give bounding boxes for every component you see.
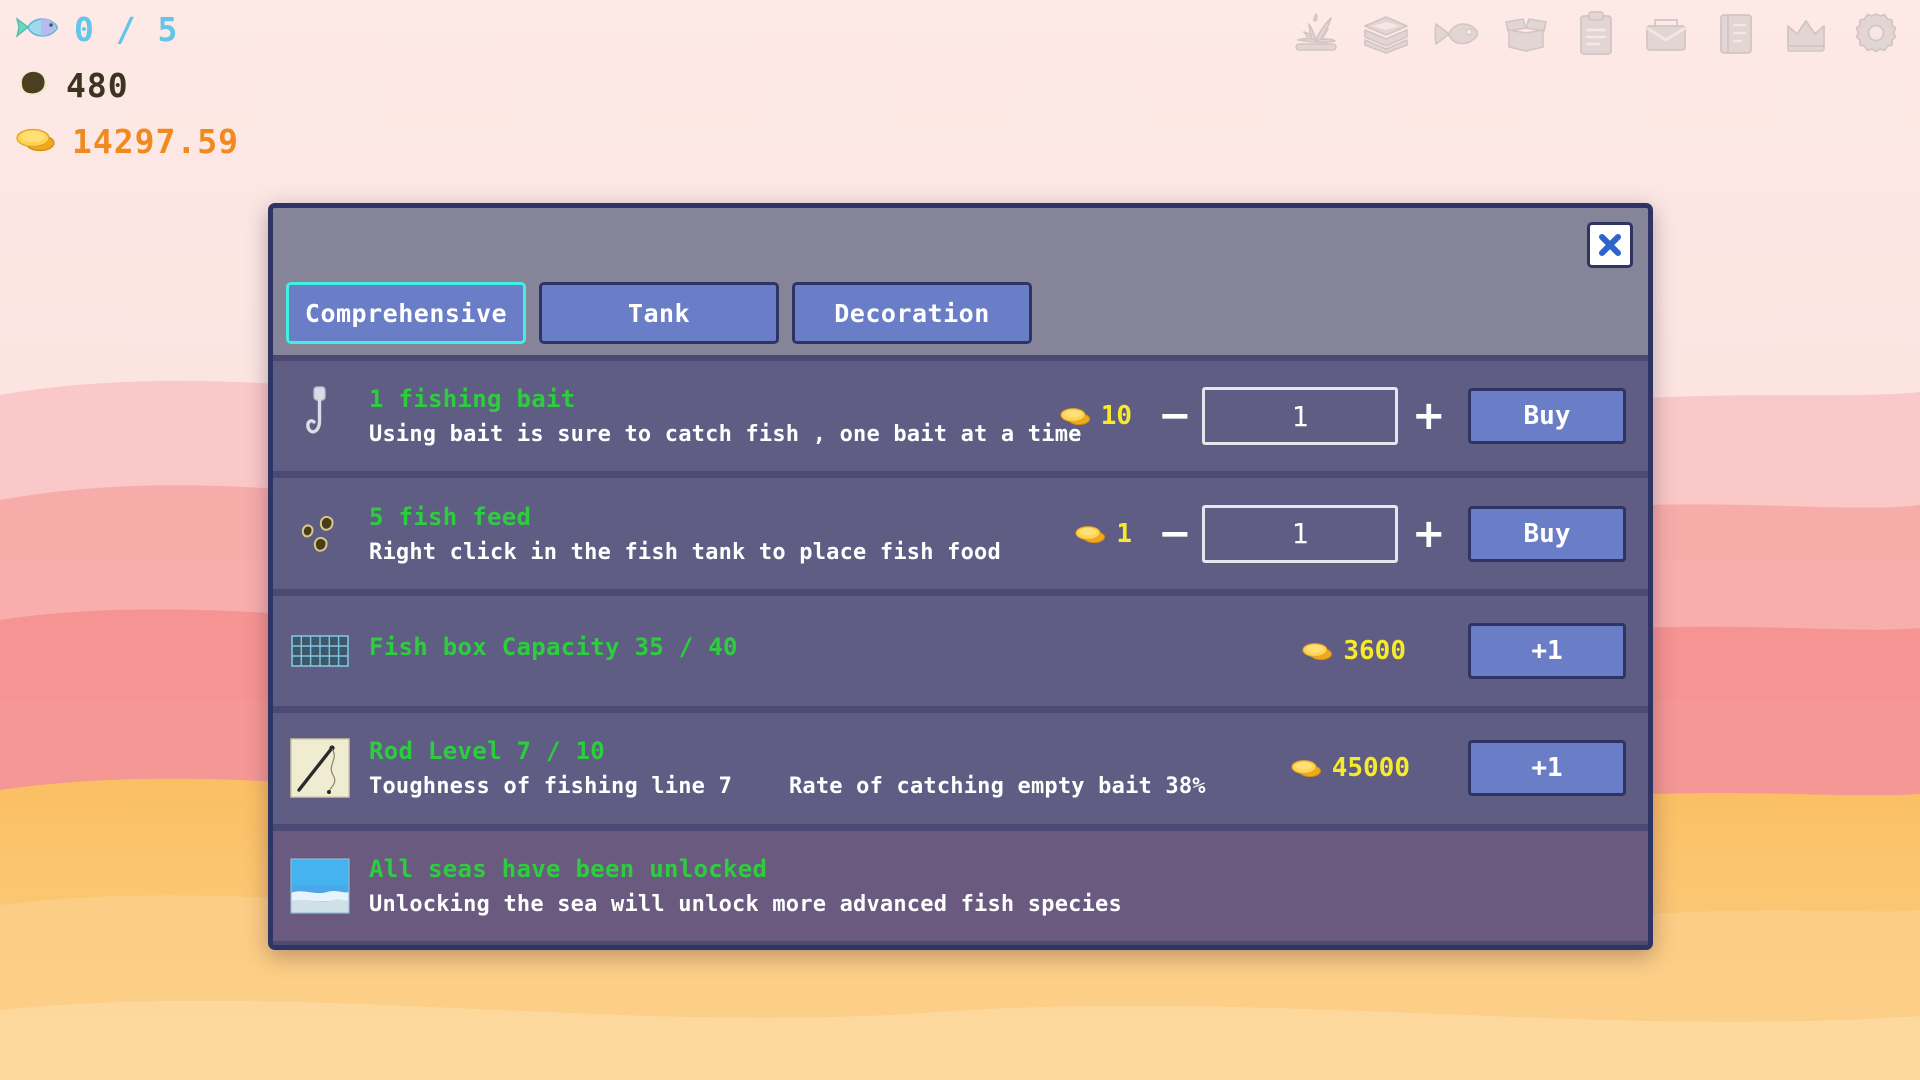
coin-icon — [1060, 408, 1090, 426]
item-subtitle-empty-bait-rate: Rate of catching empty bait 38% — [788, 774, 1206, 800]
item-price: 10 — [1060, 401, 1132, 431]
shop-row-text: 5 fish feed Right click in the fish tank… — [369, 503, 1075, 565]
shop-row-text: Fish box Capacity 35 / 40 — [369, 633, 1302, 670]
quantity-increment-button[interactable]: + — [1412, 514, 1446, 554]
item-title: 1 fishing bait — [369, 385, 576, 414]
close-button[interactable] — [1587, 222, 1633, 268]
shop-item-list: 1 fishing bait Using bait is sure to cat… — [273, 358, 1648, 945]
item-subtitle: Unlocking the sea will unlock more advan… — [369, 891, 1122, 917]
crown-icon[interactable] — [1782, 10, 1830, 58]
hud-stats: 0 / 5 480 14297.59 — [14, 8, 239, 162]
quantity-decrement-button[interactable]: − — [1158, 396, 1192, 436]
coin-icon — [1302, 643, 1333, 661]
fishing-rod-icon — [287, 735, 353, 801]
shop-header: Comprehensive Tank Decoration — [273, 208, 1648, 358]
shop-row-text: All seas have been unlocked Unlocking th… — [369, 855, 1468, 917]
item-subtitle-toughness: Toughness of fishing line 7 — [369, 774, 733, 800]
tab-decoration[interactable]: Decoration — [792, 282, 1032, 344]
shop-row-text: 1 fishing bait Using bait is sure to cat… — [369, 385, 1082, 448]
open-box-icon[interactable] — [1502, 10, 1550, 58]
item-subtitle: Toughness of fishing line 7 Rate of catc… — [369, 774, 1291, 799]
shop-row-rod-level: Rod Level 7 / 10 Toughness of fishing li… — [273, 710, 1648, 828]
quantity-input[interactable]: 1 — [1202, 387, 1398, 446]
item-title: Rod Level 7 / 10 — [369, 737, 605, 766]
upgrade-button[interactable]: +1 — [1468, 623, 1626, 680]
item-price: 1 — [1075, 519, 1132, 549]
coin-icon — [1291, 760, 1321, 778]
top-toolbar — [1292, 10, 1900, 58]
aquarium-tank-icon[interactable] — [1362, 10, 1410, 58]
fishing-splash-icon[interactable] — [1292, 10, 1340, 58]
coin-icon — [1075, 525, 1106, 543]
quantity-stepper: − 1 + — [1158, 504, 1446, 563]
tab-comprehensive-label: Comprehensive — [304, 298, 508, 328]
hud-pellet-counter: 480 — [14, 64, 239, 106]
quantity-input[interactable]: 1 — [1202, 504, 1398, 563]
item-title: 5 fish feed — [369, 502, 532, 531]
shop-row-text: Rod Level 7 / 10 Toughness of fishing li… — [369, 737, 1291, 799]
quantity-stepper: − 1 + — [1158, 387, 1446, 446]
item-price-value: 1 — [1116, 518, 1132, 549]
fishing-hook-icon — [287, 383, 353, 449]
item-price-value: 3600 — [1343, 636, 1406, 667]
hud-coin-counter: 14297.59 — [14, 120, 239, 162]
item-title: All seas have been unlocked — [369, 854, 768, 883]
pellet-count-value: 480 — [66, 65, 129, 105]
item-price: 3600 — [1302, 636, 1406, 666]
shop-row-fish-feed: 5 fish feed Right click in the fish tank… — [273, 475, 1648, 593]
pellet-icon — [14, 68, 52, 102]
item-price-value: 10 — [1100, 401, 1132, 432]
gear-icon[interactable] — [1852, 10, 1900, 58]
book-icon[interactable] — [1712, 10, 1760, 58]
fish-icon[interactable] — [1432, 10, 1480, 58]
coin-icon — [14, 124, 58, 158]
quantity-increment-button[interactable]: + — [1412, 396, 1446, 436]
shop-tab-bar: Comprehensive Tank Decoration — [286, 282, 1032, 344]
tab-tank[interactable]: Tank — [539, 282, 779, 344]
tab-tank-label: Tank — [627, 298, 691, 328]
close-icon — [1599, 234, 1621, 256]
upgrade-button[interactable]: +1 — [1468, 740, 1626, 797]
item-price: 45000 — [1291, 753, 1410, 783]
item-subtitle: Right click in the fish tank to place fi… — [369, 539, 1001, 565]
shop-row-sea-unlock: All seas have been unlocked Unlocking th… — [273, 827, 1648, 945]
buy-button[interactable]: Buy — [1468, 388, 1626, 445]
tab-comprehensive[interactable]: Comprehensive — [286, 282, 526, 344]
fish-icon — [14, 13, 60, 45]
mailbox-icon[interactable] — [1642, 10, 1690, 58]
shop-dialog: Comprehensive Tank Decoration 1 fishing … — [268, 203, 1653, 950]
clipboard-icon[interactable] — [1572, 10, 1620, 58]
hud-fish-counter: 0 / 5 — [14, 8, 239, 50]
fish-feed-pellets-icon — [287, 501, 353, 567]
item-price-value: 45000 — [1331, 753, 1410, 784]
tab-decoration-label: Decoration — [834, 298, 990, 328]
shop-row-fishing-bait: 1 fishing bait Using bait is sure to cat… — [273, 358, 1648, 476]
item-subtitle: Using bait is sure to catch fish , one b… — [369, 422, 1082, 448]
coin-count-value: 14297.59 — [72, 121, 239, 161]
shop-row-fish-box-capacity: Fish box Capacity 35 / 40 3600 +1 — [273, 592, 1648, 711]
fish-count-value: 0 / 5 — [74, 9, 179, 49]
sea-unlock-icon — [287, 853, 353, 919]
fish-box-grid-icon — [287, 618, 353, 684]
buy-button[interactable]: Buy — [1468, 505, 1626, 562]
quantity-decrement-button[interactable]: − — [1158, 514, 1192, 554]
item-title: Fish box Capacity 35 / 40 — [369, 632, 738, 661]
